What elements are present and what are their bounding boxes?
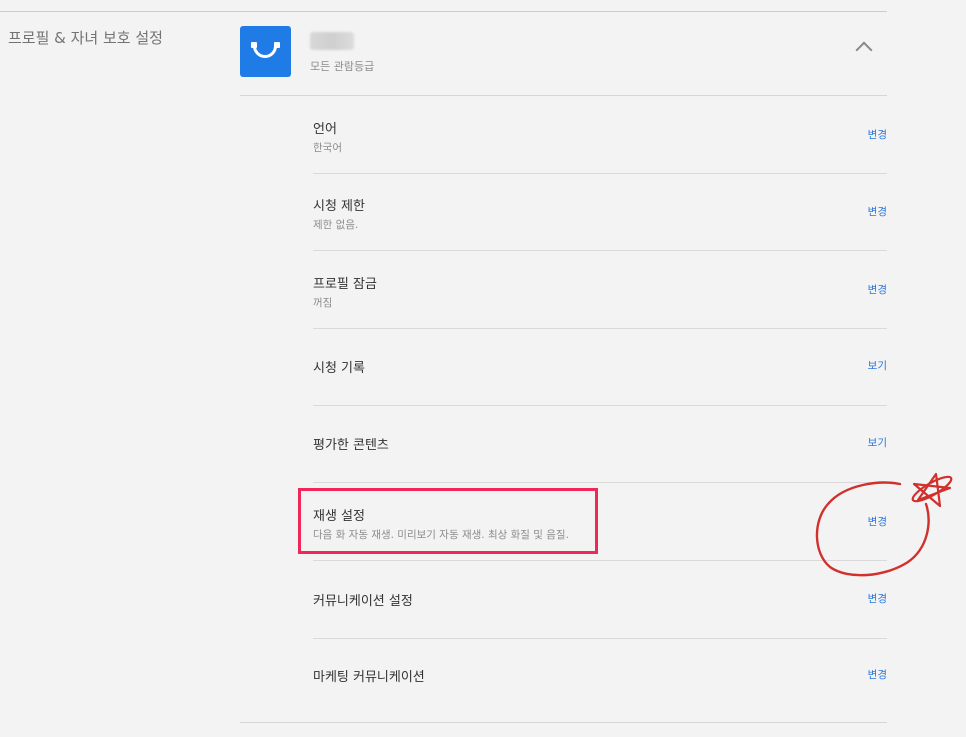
profile-name-blurred [310,32,354,50]
row-divider [313,173,887,174]
change-communication-link[interactable]: 변경 [868,591,887,606]
setting-title: 커뮤니케이션 설정 [313,594,413,609]
row-divider [313,328,887,329]
profile-avatar[interactable] [240,26,291,77]
setting-title: 언어 [313,122,337,137]
profile-header-divider [240,95,887,96]
circle-stroke [815,481,930,577]
section-title: 프로필 & 자녀 보호 설정 [8,29,163,47]
setting-row-viewing-activity: 시청 기록 보기 [313,357,887,406]
setting-title: 프로필 잠금 [313,277,377,292]
row-divider [313,638,887,639]
change-profile-lock-link[interactable]: 변경 [868,282,887,297]
top-divider [0,11,887,12]
setting-row-communication: 커뮤니케이션 설정 변경 [313,590,887,639]
setting-row-marketing: 마케팅 커뮤니케이션 변경 [313,666,887,686]
row-divider [313,405,887,406]
setting-title: 시청 기록 [313,361,365,376]
view-activity-link[interactable]: 보기 [868,358,887,373]
chevron-up-icon[interactable] [855,41,873,59]
bottom-divider [240,722,887,723]
setting-row-profile-lock: 프로필 잠금 꺼짐 변경 [313,273,887,329]
setting-subtitle: 한국어 [313,142,342,154]
setting-row-language: 언어 한국어 변경 [313,118,887,174]
setting-title: 마케팅 커뮤니케이션 [313,670,425,685]
setting-title: 평가한 콘텐츠 [313,438,389,453]
profile-maturity-rating: 모든 관람등급 [310,60,375,73]
change-language-link[interactable]: 변경 [868,127,887,142]
avatar-smile [253,46,277,58]
highlight-box [298,488,598,554]
setting-row-viewing-restrictions: 시청 제한 제한 없음. 변경 [313,195,887,251]
view-ratings-link[interactable]: 보기 [868,435,887,450]
circle-annotation [815,472,953,577]
setting-title: 시청 제한 [313,199,365,214]
setting-subtitle: 제한 없음. [313,219,359,231]
change-restrictions-link[interactable]: 변경 [868,204,887,219]
change-marketing-link[interactable]: 변경 [868,667,887,682]
setting-subtitle: 꺼짐 [313,297,333,309]
row-divider [313,250,887,251]
